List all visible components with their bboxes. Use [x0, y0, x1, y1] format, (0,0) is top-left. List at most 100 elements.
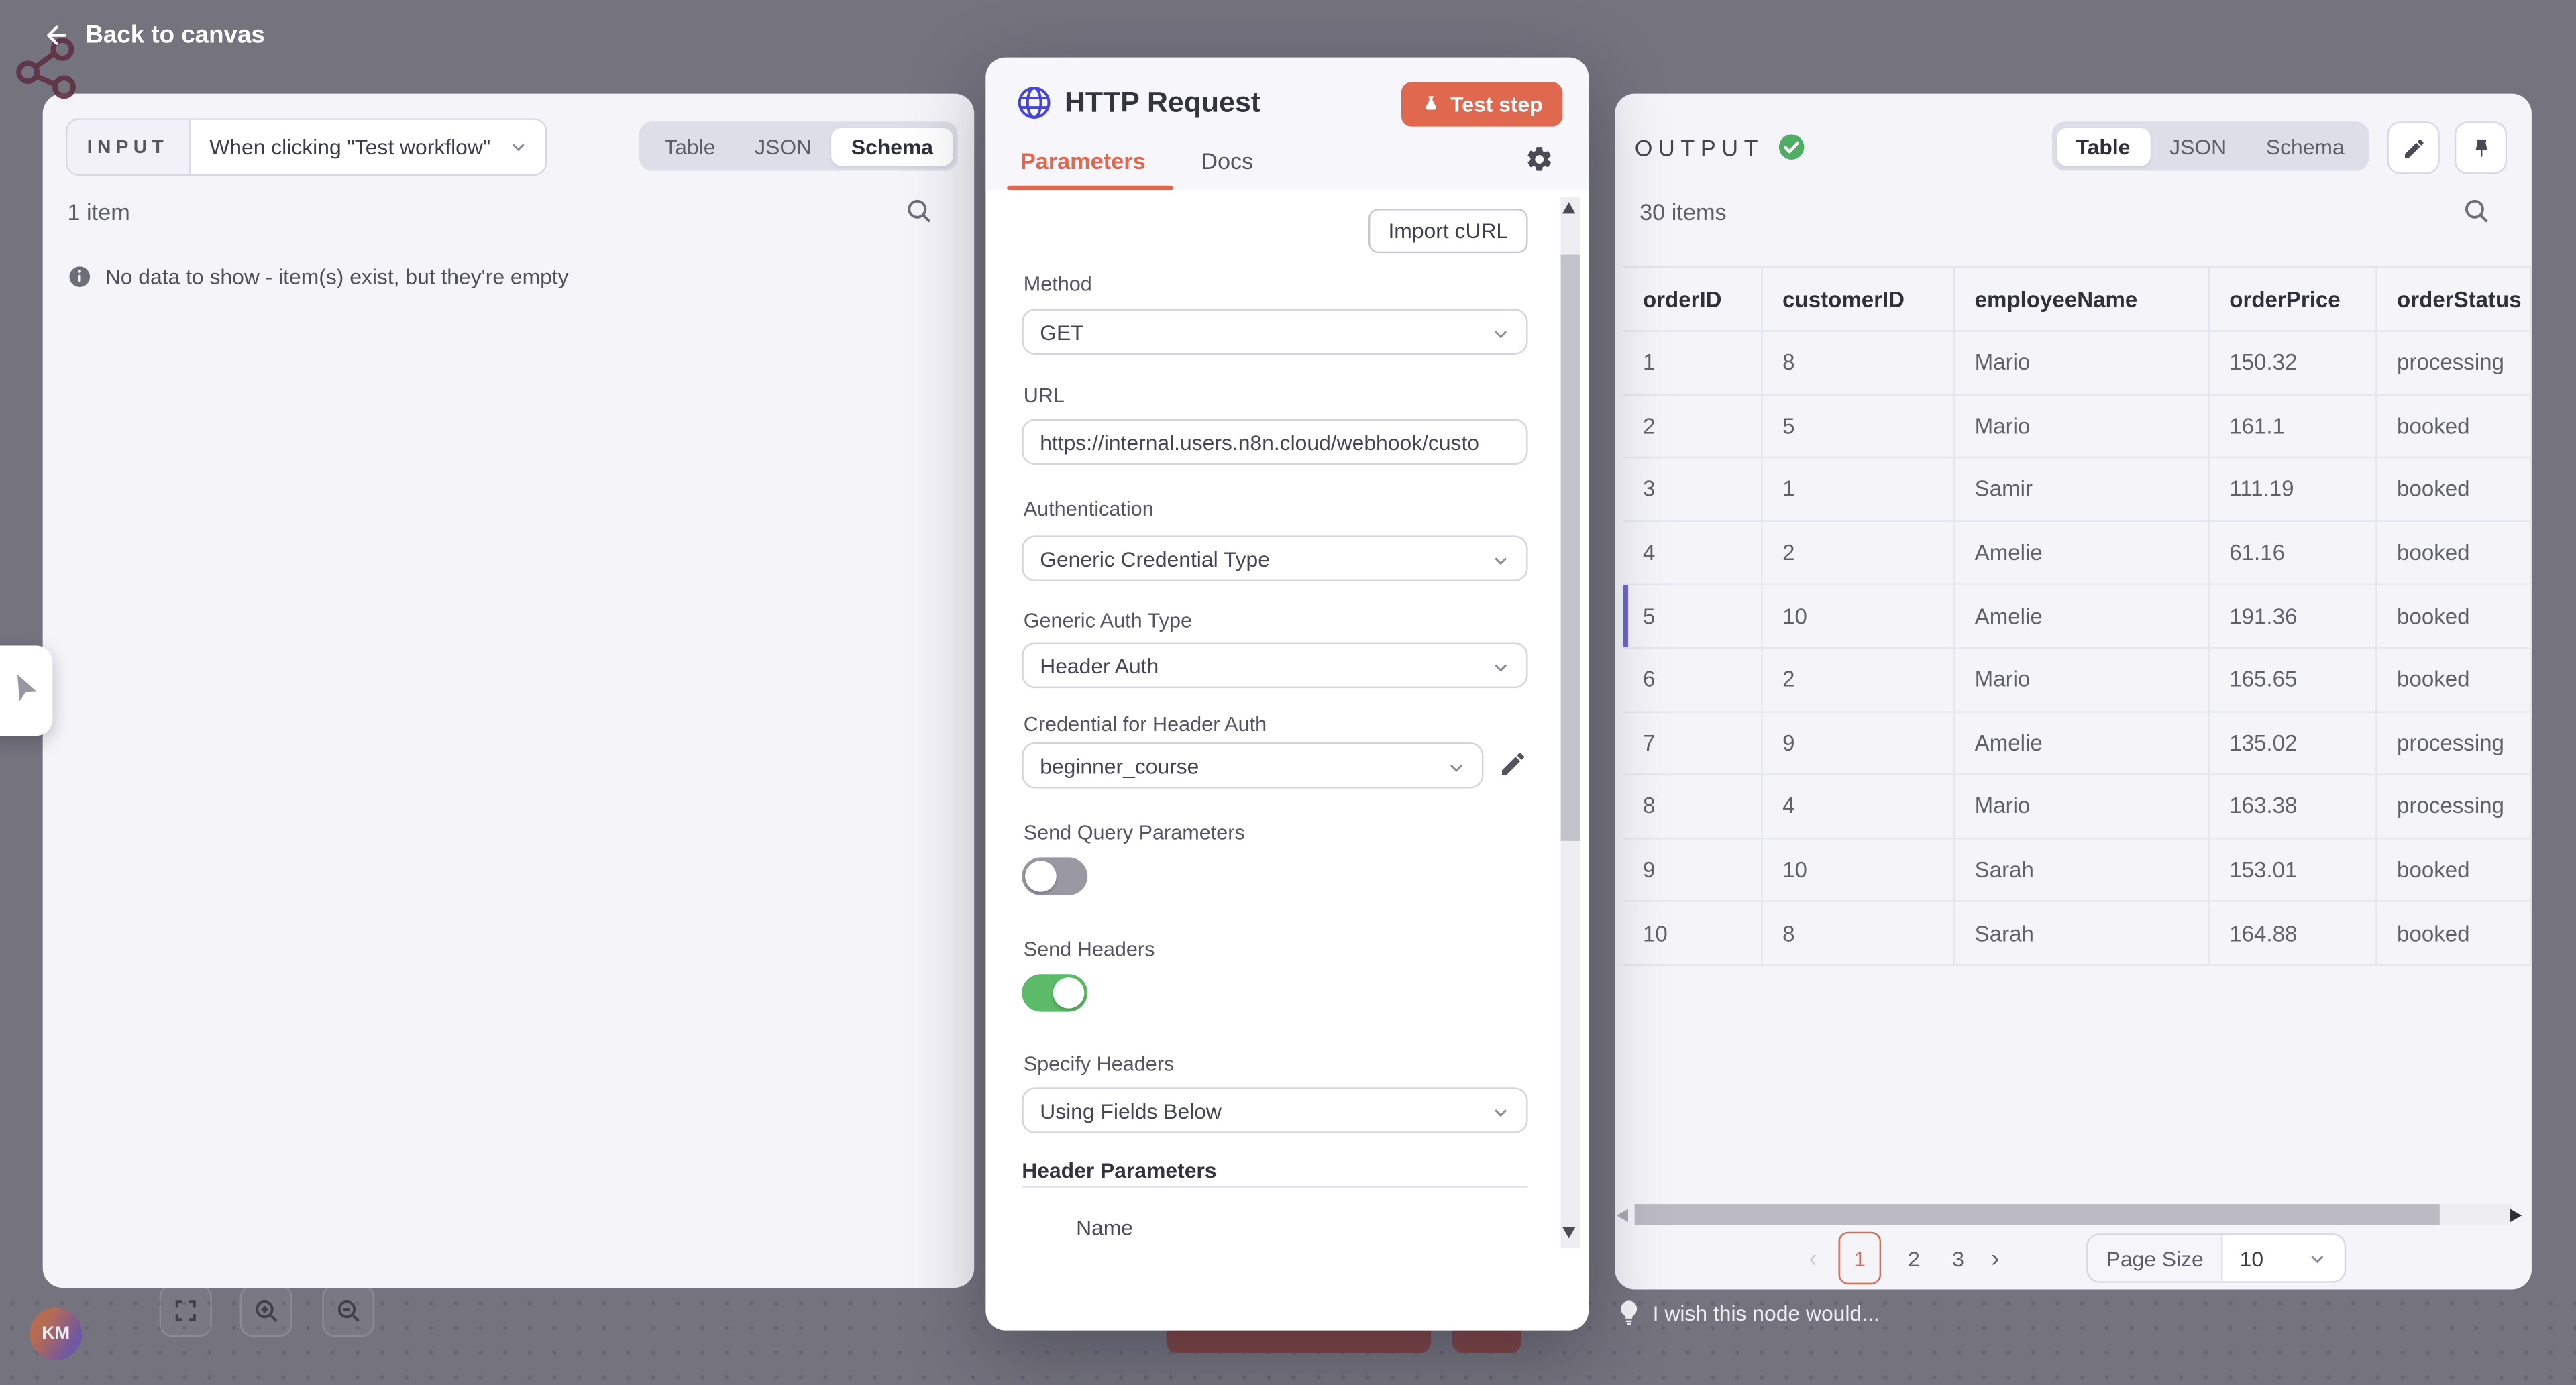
zoom-in-button[interactable]: [240, 1284, 292, 1337]
fit-view-button[interactable]: [160, 1284, 212, 1337]
table-cell: 6: [1623, 649, 1763, 712]
input-view-tabs: Table JSON Schema: [640, 121, 958, 170]
test-step-label: Test step: [1450, 92, 1542, 117]
input-search-icon[interactable]: [904, 195, 935, 227]
zoom-in-icon: [252, 1296, 280, 1325]
edit-credential-pencil-icon[interactable]: [1498, 749, 1527, 779]
generic-auth-type-select[interactable]: Header Auth: [1022, 643, 1527, 689]
input-tab-json[interactable]: JSON: [735, 127, 832, 165]
chevron-down-icon: [1446, 757, 1467, 779]
http-request-node-icon: [1015, 84, 1053, 121]
table-cell: 4: [1763, 775, 1955, 839]
output-tab-table[interactable]: Table: [2056, 127, 2150, 165]
input-source-selector[interactable]: INPUT When clicking "Test workflow": [66, 118, 546, 176]
table-cell: 191.36: [2210, 586, 2377, 649]
pencil-icon: [2401, 135, 2426, 160]
send-headers-toggle[interactable]: [1022, 974, 1087, 1011]
flask-icon: [1421, 94, 1440, 115]
tab-docs[interactable]: Docs: [1201, 148, 1253, 174]
page-next-icon[interactable]: ›: [1991, 1246, 1999, 1271]
output-panel-header: OUTPUT: [1635, 133, 1805, 161]
output-panel-label: OUTPUT: [1635, 134, 1764, 160]
page-number-button[interactable]: 2: [1902, 1246, 1925, 1271]
active-tab-underline: [1007, 186, 1173, 190]
user-avatar[interactable]: KM: [30, 1307, 82, 1360]
table-cell: 3: [1623, 459, 1763, 522]
input-empty-message-row: No data to show - item(s) exist, but the…: [67, 264, 568, 289]
table-cell: Amelie: [1955, 586, 2210, 649]
input-tab-table[interactable]: Table: [645, 127, 735, 165]
send-query-parameters-toggle[interactable]: [1022, 857, 1087, 895]
table-cell: booked: [2377, 459, 2532, 522]
input-items-count: 1 item: [67, 199, 129, 225]
page-size-label: Page Size: [2088, 1235, 2223, 1282]
table-cell: 2: [1623, 395, 1763, 459]
page-number-button[interactable]: 3: [1947, 1246, 1970, 1271]
specify-headers-select[interactable]: Using Fields Below: [1022, 1087, 1527, 1133]
import-curl-button[interactable]: Import cURL: [1368, 209, 1527, 253]
back-to-canvas-label: Back to canvas: [85, 21, 265, 50]
send-query-parameters-label: Send Query Parameters: [1024, 821, 1245, 844]
authentication-select[interactable]: Generic Credential Type: [1022, 535, 1527, 581]
scroll-down-arrow[interactable]: [1562, 1227, 1576, 1238]
chevron-down-icon: [2306, 1248, 2328, 1269]
scroll-up-arrow[interactable]: [1562, 202, 1576, 213]
hscroll-left-arrow[interactable]: [1617, 1209, 1628, 1222]
tab-parameters[interactable]: Parameters: [1020, 148, 1146, 174]
specify-headers-value: Using Fields Below: [1040, 1098, 1222, 1123]
table-cell: 9: [1763, 712, 1955, 776]
page-prev-icon[interactable]: ‹: [1809, 1246, 1817, 1271]
page-size-control[interactable]: Page Size 10: [2086, 1233, 2345, 1282]
fit-view-icon: [172, 1298, 199, 1324]
table-cell: 150.32: [2210, 332, 2377, 396]
test-step-button[interactable]: Test step: [1401, 82, 1562, 126]
table-cell: 111.19: [2210, 459, 2377, 522]
table-cell: Samir: [1955, 459, 2210, 522]
url-label: URL: [1024, 384, 1065, 407]
edit-output-button[interactable]: [2387, 121, 2439, 174]
input-panel: INPUT When clicking "Test workflow" Tabl…: [43, 94, 975, 1288]
table-header-cell: orderID: [1623, 266, 1763, 332]
page-number-button[interactable]: 1: [1838, 1232, 1881, 1284]
method-label: Method: [1024, 273, 1092, 296]
output-panel: OUTPUT Table JSON Schema 30 items orderI…: [1615, 94, 2532, 1290]
send-headers-label: Send Headers: [1024, 938, 1155, 960]
url-input[interactable]: https://internal.users.n8n.cloud/webhook…: [1022, 419, 1527, 465]
method-select[interactable]: GET: [1022, 309, 1527, 355]
output-tab-json[interactable]: JSON: [2150, 127, 2247, 165]
table-cell: Sarah: [1955, 839, 2210, 903]
generic-auth-type-value: Header Auth: [1040, 653, 1159, 677]
table-cell: 1: [1623, 332, 1763, 396]
table-cell: 10: [1763, 839, 1955, 903]
table-header-cell: orderStatus: [2377, 266, 2532, 332]
output-view-tabs: Table JSON Schema: [2051, 121, 2369, 170]
credential-value: beginner_course: [1040, 753, 1199, 778]
table-cell: 1: [1763, 459, 1955, 522]
input-empty-message: No data to show - item(s) exist, but the…: [105, 264, 569, 289]
hscroll-thumb[interactable]: [1635, 1204, 2440, 1225]
info-icon: [67, 264, 92, 289]
modal-scrollbar-thumb[interactable]: [1561, 255, 1580, 841]
table-cell: booked: [2377, 839, 2532, 903]
table-cell: 10: [1623, 902, 1763, 966]
output-search-icon[interactable]: [2461, 195, 2493, 227]
back-to-canvas-button[interactable]: Back to canvas: [43, 21, 265, 50]
table-cell: processing: [2377, 775, 2532, 839]
credential-select[interactable]: beginner_course: [1022, 742, 1483, 789]
table-header-cell: orderPrice: [2210, 266, 2377, 332]
zoom-out-button[interactable]: [322, 1284, 374, 1337]
node-feedback-link[interactable]: I wish this node would...: [1618, 1299, 1879, 1327]
table-cell: 165.65: [2210, 649, 2377, 712]
table-cell: 2: [1763, 522, 1955, 586]
node-settings-gear-icon[interactable]: [1525, 145, 1554, 174]
input-tab-schema[interactable]: Schema: [831, 127, 953, 165]
chevron-down-icon: [1490, 323, 1511, 345]
table-cell: processing: [2377, 332, 2532, 396]
chevron-down-icon: [507, 136, 529, 158]
table-cell: booked: [2377, 649, 2532, 712]
pin-data-button[interactable]: [2455, 121, 2507, 174]
table-cell: 161.1: [2210, 395, 2377, 459]
table-cell: 2: [1763, 649, 1955, 712]
output-tab-schema[interactable]: Schema: [2246, 127, 2364, 165]
hscroll-right-arrow[interactable]: [2510, 1209, 2522, 1222]
